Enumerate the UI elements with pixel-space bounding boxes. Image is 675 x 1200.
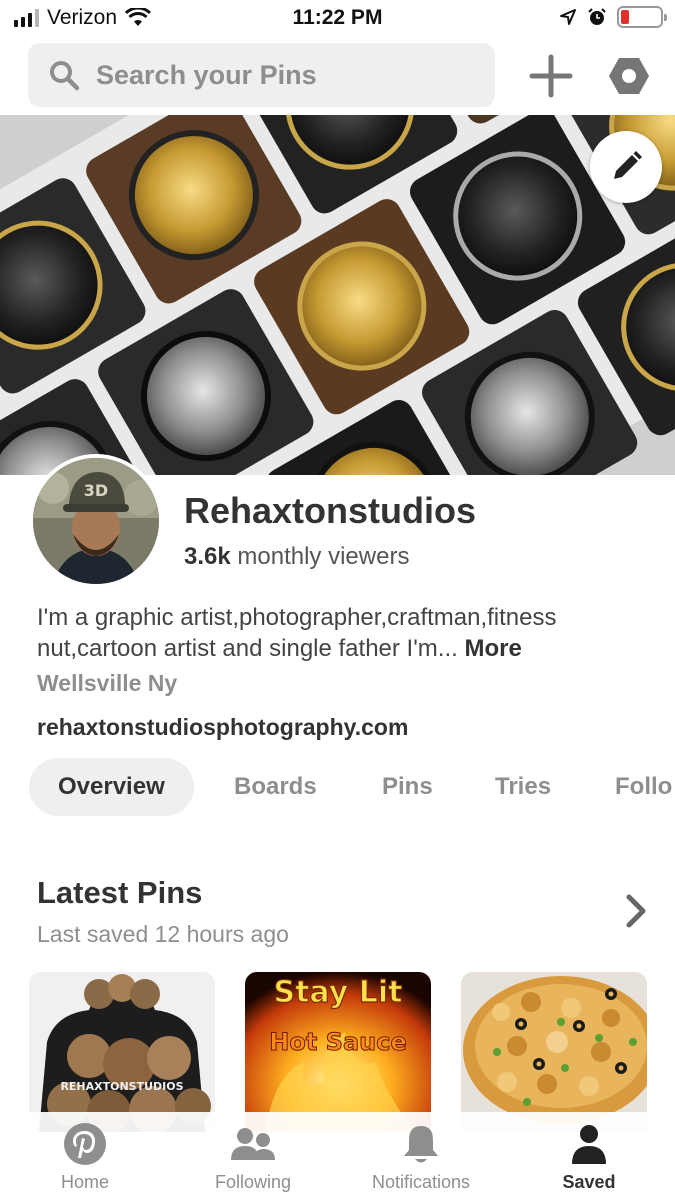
search-row: Search your Pins xyxy=(28,43,650,107)
nav-following[interactable]: Following xyxy=(178,1122,328,1193)
pencil-icon xyxy=(614,151,642,179)
edit-profile-button[interactable] xyxy=(590,131,662,203)
bottom-nav: Home Following Notifications Saved xyxy=(0,1112,675,1200)
location-arrow-icon xyxy=(560,9,576,25)
profile-website-link[interactable]: rehaxtonstudiosphotography.com xyxy=(37,714,408,741)
nav-label-following: Following xyxy=(214,1172,292,1192)
battery-icon xyxy=(617,6,667,28)
profile-bio: I'm a graphic artist,photographer,craftm… xyxy=(37,602,647,664)
viewers-count: 3.6k xyxy=(184,543,231,570)
nav-home[interactable]: Home xyxy=(10,1122,160,1193)
casserole-image xyxy=(461,972,647,1132)
hot-sauce-caption-line1: Stay Lit xyxy=(273,975,402,1010)
nav-label-saved: Saved xyxy=(562,1172,616,1192)
add-button[interactable] xyxy=(528,53,574,99)
hot-sauce-caption-line2: Hot Sauce xyxy=(269,1028,406,1056)
tab-tries[interactable]: Tries xyxy=(495,758,551,816)
search-placeholder: Search your Pins xyxy=(96,59,317,90)
person-icon xyxy=(572,1125,606,1164)
bio-more-link[interactable]: More xyxy=(464,635,521,662)
people-icon xyxy=(231,1128,275,1160)
tab-pins[interactable]: Pins xyxy=(382,758,433,816)
profile-cover xyxy=(0,115,675,475)
hot-sauce-image: Stay Lit Hot Sauce xyxy=(245,972,431,1132)
pin-hoodie[interactable]: REHAXTONSTUDIOS xyxy=(29,972,215,1132)
profile-name: Rehaxtonstudios xyxy=(184,490,477,531)
latest-pins-title: Latest Pins xyxy=(37,875,203,910)
latest-pins-subtitle: Last saved 12 hours ago xyxy=(37,921,289,947)
nav-notifications[interactable]: Notifications xyxy=(346,1122,496,1193)
profile-location: Wellsville Ny xyxy=(37,670,178,696)
bell-icon xyxy=(404,1126,438,1163)
avatar-photo: 3D xyxy=(33,458,159,584)
tab-boards[interactable]: Boards xyxy=(234,758,317,816)
hoodie-image: REHAXTONSTUDIOS xyxy=(29,972,215,1132)
nav-label-home: Home xyxy=(60,1172,109,1192)
search-icon xyxy=(50,61,80,91)
search-input[interactable]: Search your Pins xyxy=(28,43,495,107)
watch-collage-image xyxy=(0,115,675,475)
svg-text:3D: 3D xyxy=(84,481,108,500)
status-bar: Verizon 11:22 PM xyxy=(0,0,675,38)
nav-label-notifications: Notifications xyxy=(371,1172,471,1192)
nav-saved[interactable]: Saved xyxy=(514,1122,664,1193)
viewers-label: monthly viewers xyxy=(237,543,410,570)
tab-overview[interactable]: Overview xyxy=(29,758,194,816)
profile-tabs: Overview Boards Pins Tries Follo xyxy=(29,758,675,816)
alarm-icon xyxy=(588,8,606,25)
status-right xyxy=(559,6,667,28)
pin-hot-sauce[interactable]: Stay Lit Hot Sauce xyxy=(245,972,431,1132)
hoodie-caption: REHAXTONSTUDIOS xyxy=(60,1080,183,1093)
monthly-viewers: 3.6k monthly viewers xyxy=(184,543,409,571)
avatar[interactable]: 3D xyxy=(29,454,163,588)
settings-icon[interactable] xyxy=(608,55,650,97)
pin-casserole[interactable] xyxy=(461,972,647,1132)
chevron-right-icon[interactable] xyxy=(622,893,650,929)
tab-following[interactable]: Follo xyxy=(615,758,672,816)
pinterest-icon xyxy=(64,1123,106,1165)
